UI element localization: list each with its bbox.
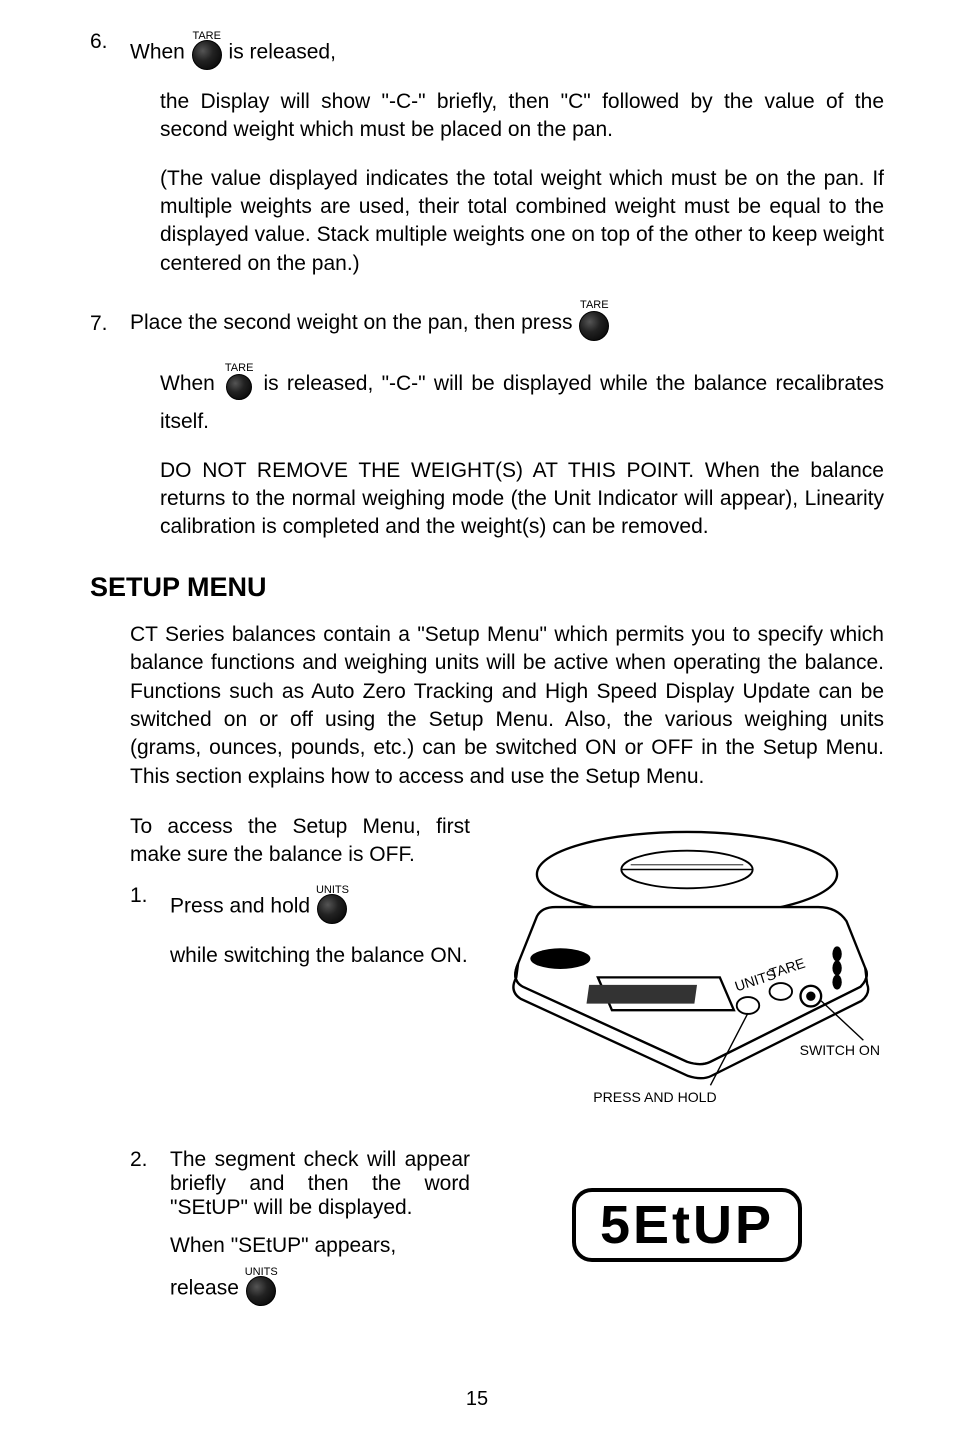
text: is released,: [229, 41, 336, 64]
setup-step-2: 2. The segment check will appear briefly…: [130, 1148, 470, 1220]
paragraph: the Display will show "-C-" briefly, the…: [160, 88, 884, 145]
left-column: 2. The segment check will appear briefly…: [90, 1148, 490, 1312]
paragraph: To access the Setup Menu, first make sur…: [130, 813, 470, 870]
paragraph: When TARE is released, "-C-" will be dis…: [160, 361, 884, 437]
step-content: The segment check will appear briefly an…: [170, 1148, 470, 1220]
page-number: 15: [0, 1388, 954, 1411]
switch-on-label: SWITCH ON: [800, 1042, 880, 1058]
step-number: 7.: [90, 312, 130, 336]
text: When: [160, 372, 215, 395]
paragraph: (The value displayed indicates the total…: [160, 165, 884, 278]
units-button-icon: UNITS: [316, 884, 348, 930]
step-content: Press and hold UNITS: [170, 884, 348, 930]
step-7: 7. Place the second weight on the pan, t…: [90, 298, 884, 349]
lcd-display: 5EtUP: [572, 1188, 802, 1262]
text: The segment check will appear briefly an…: [170, 1148, 470, 1219]
button-circle-icon: [246, 1276, 276, 1306]
step-number: 6.: [90, 30, 130, 54]
section-heading: SETUP MENU: [90, 572, 884, 603]
step-content: Place the second weight on the pan, then…: [130, 298, 884, 349]
text: is released, "-C-" will be displayed whi…: [160, 372, 884, 433]
tare-button-icon: TARE: [578, 298, 610, 349]
right-column: UNITS TARE PRESS AND HOLD SWITCH ON: [490, 813, 884, 1128]
release-line: release UNITS: [170, 1266, 470, 1312]
text: while switching the balance ON.: [170, 944, 470, 968]
step-number: 1.: [130, 884, 170, 930]
button-circle-icon: [226, 374, 252, 400]
button-circle-icon: [192, 40, 222, 70]
text: When "SEtUP" appears,: [170, 1234, 470, 1258]
setup-step-1: 1. Press and hold UNITS: [130, 884, 470, 930]
paragraph: DO NOT REMOVE THE WEIGHT(S) AT THIS POIN…: [160, 457, 884, 542]
balance-diagram: UNITS TARE PRESS AND HOLD SWITCH ON: [490, 813, 884, 1123]
left-column: To access the Setup Menu, first make sur…: [90, 813, 490, 1128]
two-column: To access the Setup Menu, first make sur…: [90, 813, 884, 1128]
page: 6. When TARE is released, the Display wi…: [0, 0, 954, 1431]
paragraph: CT Series balances contain a "Setup Menu…: [130, 621, 884, 791]
text: Place the second weight on the pan, then…: [130, 311, 572, 334]
step-content: When TARE is released,: [130, 30, 884, 76]
text: Press and hold: [170, 894, 310, 917]
tare-button-icon: TARE: [191, 30, 223, 76]
text: release: [170, 1276, 239, 1299]
press-hold-label: PRESS AND HOLD: [593, 1089, 716, 1105]
right-column: 5EtUP: [490, 1148, 884, 1312]
tare-button-icon: TARE: [223, 361, 255, 408]
text: When: [130, 41, 185, 64]
two-column-step2: 2. The segment check will appear briefly…: [90, 1148, 884, 1312]
units-button-icon: UNITS: [245, 1266, 277, 1312]
button-circle-icon: [579, 311, 609, 341]
button-circle-icon: [317, 894, 347, 924]
step-6: 6. When TARE is released,: [90, 30, 884, 76]
step-number: 2.: [130, 1148, 170, 1220]
